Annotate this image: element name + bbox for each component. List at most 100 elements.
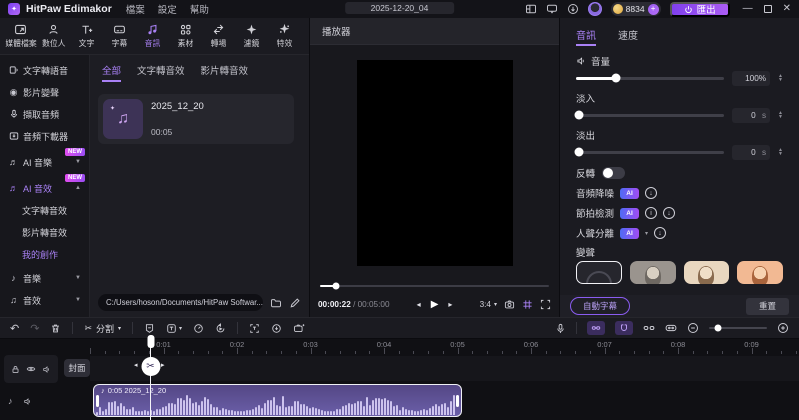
tab-audio-props[interactable]: 音訊	[576, 27, 596, 46]
sidebar-item-extract-audio[interactable]: 擷取音頻	[4, 104, 85, 124]
menu-settings[interactable]: 設定	[158, 2, 177, 16]
record-mic-button[interactable]	[555, 323, 566, 334]
zoom-in-button[interactable]	[777, 322, 789, 334]
aspect-ratio-select[interactable]: 3:4 ▾	[480, 300, 497, 309]
unlink-icon[interactable]	[643, 322, 655, 334]
visibility-eye-icon[interactable]	[26, 364, 36, 374]
snapshot-icon[interactable]	[504, 299, 515, 310]
tab-subtitles[interactable]: 字幕	[103, 23, 136, 49]
timeline-ruler[interactable]: 0:01 0:02 0:03 0:04 0:05 0:06 0:07 0:08 0:09	[0, 339, 799, 355]
clip-right-handle[interactable]	[456, 394, 459, 407]
fit-timeline-icon[interactable]	[665, 322, 677, 334]
playhead[interactable]: ◂ ✂ ▸	[134, 335, 165, 420]
reverse-toggle[interactable]	[602, 167, 626, 179]
fade-out-slider[interactable]	[574, 147, 725, 157]
fade-out-stepper[interactable]: ▲ ▼	[778, 148, 783, 157]
text-frame-button[interactable]	[249, 323, 260, 334]
timeline-zoom-slider[interactable]	[709, 324, 767, 332]
close-button[interactable]: ✕	[783, 4, 791, 14]
tab-digital-human[interactable]: 數位人	[37, 23, 70, 49]
sidebar-item-video-to-sfx[interactable]: 影片轉音效	[4, 222, 85, 242]
download-manager-icon[interactable]	[567, 3, 579, 15]
delete-button[interactable]	[50, 323, 61, 334]
marker-button[interactable]	[144, 323, 155, 334]
audio-clip[interactable]: ♪ 0:05 2025_12_20	[93, 384, 462, 417]
sidebar-item-video-voice-change[interactable]: ◉ 影片變聲	[4, 82, 85, 102]
speed-button[interactable]	[193, 323, 204, 334]
voice-option-1[interactable]	[629, 261, 676, 284]
sidebar-item-my-creations[interactable]: 我的創作	[4, 244, 85, 264]
grid-overlay-icon[interactable]	[522, 299, 533, 310]
fullscreen-icon[interactable]	[540, 299, 551, 310]
tab-filters[interactable]: 濾鏡	[235, 23, 268, 49]
minimize-button[interactable]: —	[743, 4, 753, 14]
prev-frame-button[interactable]: ◂	[417, 300, 421, 309]
magnet-toggle[interactable]	[615, 321, 633, 335]
sidebar-item-sound-effects[interactable]: ♫ 音效 ▼	[4, 290, 85, 310]
feedback-icon[interactable]	[546, 3, 558, 15]
sidebar-item-ai-music[interactable]: ♬ AI 音樂 NEW ▼	[4, 148, 85, 172]
library-tab-text-to-sfx[interactable]: 文字轉音效	[137, 63, 185, 82]
zoom-out-button[interactable]	[687, 322, 699, 334]
fade-in-value[interactable]: 0 s	[732, 107, 771, 123]
menu-help[interactable]: 幫助	[190, 2, 209, 16]
beat-download-icon[interactable]: ↓	[663, 207, 676, 219]
tab-speed-props[interactable]: 速度	[618, 27, 638, 46]
menu-file[interactable]: 檔案	[126, 2, 145, 16]
voice-option-original[interactable]	[576, 261, 622, 284]
clip-left-handle[interactable]	[96, 394, 99, 407]
volume-slider[interactable]	[576, 73, 725, 83]
tab-transitions[interactable]: 轉場	[202, 23, 235, 49]
credits-pill[interactable]: 8834 +	[610, 2, 661, 16]
media-item[interactable]: ♫ ✦ 2025_12_20 00:05	[98, 94, 294, 144]
maximize-button[interactable]	[763, 5, 772, 13]
export-button[interactable]: 匯出	[669, 1, 730, 17]
split-button[interactable]: ✂ 分割 ▾	[84, 322, 121, 335]
auto-subtitle-button[interactable]: 自動字幕	[570, 297, 631, 315]
sidebar-item-music[interactable]: ♪ 音樂 ▼	[4, 268, 85, 288]
voice-option-3[interactable]	[737, 261, 784, 284]
fade-in-stepper[interactable]: ▲ ▼	[778, 111, 783, 120]
tab-text[interactable]: 文字	[70, 23, 103, 49]
audio-track-note-icon[interactable]: ♪	[8, 396, 13, 406]
cut-at-playhead-button[interactable]: ✂	[141, 357, 160, 376]
timeline-area[interactable]: 0:01 0:02 0:03 0:04 0:05 0:06 0:07 0:08 0:09 ♪ 封…	[0, 335, 799, 420]
sidebar-item-ai-sound-effects[interactable]: ♬ AI 音效 NEW ▲	[4, 174, 85, 198]
layout-panels-icon[interactable]	[525, 3, 537, 15]
nudge-left-icon[interactable]: ◂	[134, 361, 138, 369]
add-text-button[interactable]: ▾	[166, 323, 182, 334]
sidebar-item-text-to-sfx[interactable]: 文字轉音效	[4, 200, 85, 220]
tab-audio[interactable]: 音訊	[136, 23, 169, 49]
user-avatar[interactable]	[587, 2, 602, 16]
play-button[interactable]: ▶	[431, 299, 439, 310]
import-button[interactable]	[271, 323, 282, 334]
lock-icon[interactable]	[11, 365, 20, 374]
playhead-handle[interactable]	[147, 335, 154, 348]
undo-button[interactable]: ↶	[10, 322, 19, 335]
mute-speaker-icon[interactable]	[42, 365, 51, 374]
redo-button[interactable]: ↷	[30, 322, 39, 335]
tab-effects[interactable]: 特效	[268, 23, 301, 49]
fade-in-slider[interactable]	[574, 110, 725, 120]
link-clips-toggle[interactable]	[587, 321, 605, 335]
folder-icon[interactable]	[270, 297, 282, 309]
next-frame-button[interactable]: ▸	[448, 300, 452, 309]
chevron-down-icon[interactable]: ▾	[645, 230, 648, 237]
cover-button[interactable]: 封面	[64, 359, 90, 377]
vocal-download-icon[interactable]: ↓	[654, 227, 667, 239]
tab-media[interactable]: 媒體檔案	[4, 23, 37, 49]
reverse-play-button[interactable]	[215, 322, 226, 334]
seek-bar[interactable]	[320, 282, 549, 290]
nudge-right-icon[interactable]: ▸	[161, 361, 165, 369]
library-tab-all[interactable]: 全部	[102, 63, 122, 82]
library-tab-video-to-sfx[interactable]: 影片轉音效	[201, 63, 249, 82]
add-credits-button[interactable]: +	[647, 3, 659, 15]
export-frame-button[interactable]	[293, 323, 305, 334]
sidebar-item-text-to-speech[interactable]: 文字轉語音	[4, 60, 85, 80]
edit-pencil-icon[interactable]	[289, 297, 301, 309]
volume-stepper[interactable]: ▲ ▼	[778, 74, 783, 83]
reset-button[interactable]: 重置	[745, 297, 789, 315]
sidebar-item-audio-downloader[interactable]: 音頻下載器	[4, 126, 85, 146]
video-track-lane[interactable]	[90, 356, 799, 381]
voice-option-2[interactable]	[683, 261, 730, 284]
